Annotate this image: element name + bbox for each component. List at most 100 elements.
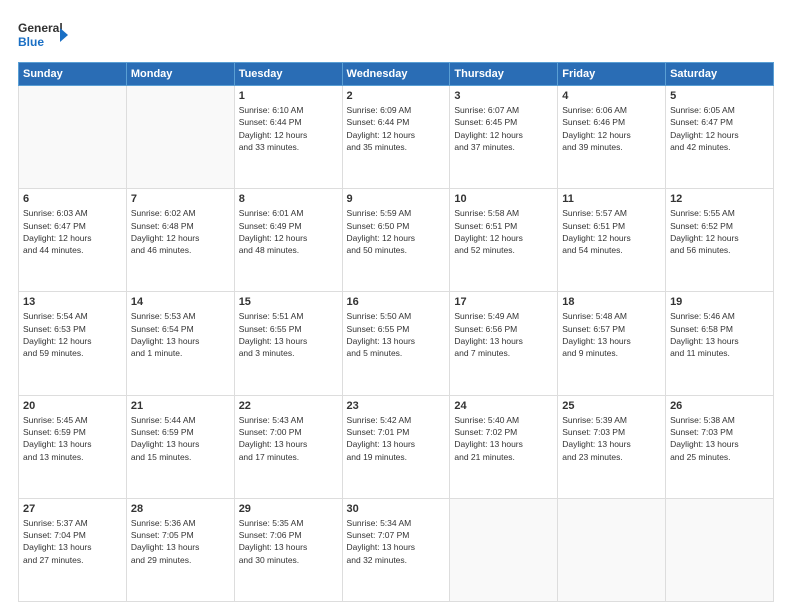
day-number: 20 [23,400,122,412]
calendar-day-cell: 22 Sunrise: 5:43 AM Sunset: 7:00 PM Dayli… [234,395,342,498]
day-number: 2 [347,90,446,102]
calendar-day-cell: 29 Sunrise: 5:35 AM Sunset: 7:06 PM Dayli… [234,498,342,601]
day-number: 30 [347,503,446,515]
day-detail: Sunrise: 6:10 AM Sunset: 6:44 PM Dayligh… [239,104,338,153]
calendar-day-cell [666,498,774,601]
day-detail: Sunrise: 5:48 AM Sunset: 6:57 PM Dayligh… [562,310,661,359]
day-number: 4 [562,90,661,102]
weekday-header-cell: Wednesday [342,63,450,86]
day-detail: Sunrise: 5:40 AM Sunset: 7:02 PM Dayligh… [454,414,553,463]
day-detail: Sunrise: 6:03 AM Sunset: 6:47 PM Dayligh… [23,207,122,256]
calendar-day-cell: 1 Sunrise: 6:10 AM Sunset: 6:44 PM Daylig… [234,86,342,189]
calendar-day-cell: 14 Sunrise: 5:53 AM Sunset: 6:54 PM Dayli… [126,292,234,395]
day-detail: Sunrise: 5:39 AM Sunset: 7:03 PM Dayligh… [562,414,661,463]
day-number: 22 [239,400,338,412]
day-number: 8 [239,193,338,205]
calendar-day-cell: 18Sunrise: 5:48 AM Sunset: 6:57 PM Dayli… [558,292,666,395]
calendar-day-cell: 24 Sunrise: 5:40 AM Sunset: 7:02 PM Dayli… [450,395,558,498]
day-detail: Sunrise: 5:36 AM Sunset: 7:05 PM Dayligh… [131,517,230,566]
day-detail: Sunrise: 5:50 AM Sunset: 6:55 PM Dayligh… [347,310,446,359]
calendar-week-row: 20Sunrise: 5:45 AM Sunset: 6:59 PM Dayli… [19,395,774,498]
day-number: 13 [23,296,122,308]
day-detail: Sunrise: 5:54 AM Sunset: 6:53 PM Dayligh… [23,310,122,359]
day-number: 24 [454,400,553,412]
calendar-day-cell: 8 Sunrise: 6:01 AM Sunset: 6:49 PM Daylig… [234,189,342,292]
weekday-header-cell: Tuesday [234,63,342,86]
calendar-day-cell: 20Sunrise: 5:45 AM Sunset: 6:59 PM Dayli… [19,395,127,498]
weekday-header-row: SundayMondayTuesdayWednesdayThursdayFrid… [19,63,774,86]
day-detail: Sunrise: 6:01 AM Sunset: 6:49 PM Dayligh… [239,207,338,256]
page: GeneralBlue SundayMondayTuesdayWednesday… [0,0,792,612]
day-detail: Sunrise: 6:02 AM Sunset: 6:48 PM Dayligh… [131,207,230,256]
calendar-table: SundayMondayTuesdayWednesdayThursdayFrid… [18,62,774,602]
day-number: 11 [562,193,661,205]
calendar-day-cell: 12 Sunrise: 5:55 AM Sunset: 6:52 PM Dayli… [666,189,774,292]
day-number: 25 [562,400,661,412]
weekday-header-cell: Friday [558,63,666,86]
day-number: 3 [454,90,553,102]
day-number: 28 [131,503,230,515]
day-number: 15 [239,296,338,308]
calendar-day-cell: 25 Sunrise: 5:39 AM Sunset: 7:03 PM Dayli… [558,395,666,498]
day-number: 16 [347,296,446,308]
svg-text:General: General [18,21,63,35]
day-detail: Sunrise: 5:46 AM Sunset: 6:58 PM Dayligh… [670,310,769,359]
day-number: 6 [23,193,122,205]
day-detail: Sunrise: 5:35 AM Sunset: 7:06 PM Dayligh… [239,517,338,566]
day-detail: Sunrise: 5:59 AM Sunset: 6:50 PM Dayligh… [347,207,446,256]
day-detail: Sunrise: 6:06 AM Sunset: 6:46 PM Dayligh… [562,104,661,153]
day-detail: Sunrise: 5:49 AM Sunset: 6:56 PM Dayligh… [454,310,553,359]
day-detail: Sunrise: 5:44 AM Sunset: 6:59 PM Dayligh… [131,414,230,463]
svg-text:Blue: Blue [18,35,44,49]
calendar-day-cell: 7 Sunrise: 6:02 AM Sunset: 6:48 PM Daylig… [126,189,234,292]
calendar-week-row: 13 Sunrise: 5:54 AM Sunset: 6:53 PM Dayli… [19,292,774,395]
day-number: 5 [670,90,769,102]
calendar-day-cell: 6 Sunrise: 6:03 AM Sunset: 6:47 PM Daylig… [19,189,127,292]
day-number: 9 [347,193,446,205]
logo: GeneralBlue [18,18,70,52]
weekday-header-cell: Saturday [666,63,774,86]
day-number: 17 [454,296,553,308]
day-number: 29 [239,503,338,515]
calendar-day-cell: 9 Sunrise: 5:59 AM Sunset: 6:50 PM Daylig… [342,189,450,292]
day-number: 14 [131,296,230,308]
day-detail: Sunrise: 5:53 AM Sunset: 6:54 PM Dayligh… [131,310,230,359]
day-number: 7 [131,193,230,205]
calendar-week-row: 6 Sunrise: 6:03 AM Sunset: 6:47 PM Daylig… [19,189,774,292]
calendar-day-cell: 4 Sunrise: 6:06 AM Sunset: 6:46 PM Daylig… [558,86,666,189]
day-number: 19 [670,296,769,308]
calendar-week-row: 1 Sunrise: 6:10 AM Sunset: 6:44 PM Daylig… [19,86,774,189]
calendar-day-cell: 28 Sunrise: 5:36 AM Sunset: 7:05 PM Dayli… [126,498,234,601]
calendar-day-cell: 26Sunrise: 5:38 AM Sunset: 7:03 PM Dayli… [666,395,774,498]
day-detail: Sunrise: 5:38 AM Sunset: 7:03 PM Dayligh… [670,414,769,463]
day-detail: Sunrise: 5:37 AM Sunset: 7:04 PM Dayligh… [23,517,122,566]
calendar-day-cell: 19 Sunrise: 5:46 AM Sunset: 6:58 PM Dayli… [666,292,774,395]
calendar-day-cell: 17 Sunrise: 5:49 AM Sunset: 6:56 PM Dayli… [450,292,558,395]
day-number: 12 [670,193,769,205]
weekday-header-cell: Monday [126,63,234,86]
day-detail: Sunrise: 5:42 AM Sunset: 7:01 PM Dayligh… [347,414,446,463]
calendar-day-cell [450,498,558,601]
calendar-day-cell: 21Sunrise: 5:44 AM Sunset: 6:59 PM Dayli… [126,395,234,498]
calendar-day-cell [19,86,127,189]
calendar-day-cell: 30 Sunrise: 5:34 AM Sunset: 7:07 PM Dayli… [342,498,450,601]
calendar-day-cell: 13 Sunrise: 5:54 AM Sunset: 6:53 PM Dayli… [19,292,127,395]
calendar-day-cell: 27 Sunrise: 5:37 AM Sunset: 7:04 PM Dayli… [19,498,127,601]
weekday-header-cell: Thursday [450,63,558,86]
calendar-day-cell [126,86,234,189]
day-number: 1 [239,90,338,102]
calendar-week-row: 27 Sunrise: 5:37 AM Sunset: 7:04 PM Dayli… [19,498,774,601]
day-number: 10 [454,193,553,205]
day-detail: Sunrise: 5:55 AM Sunset: 6:52 PM Dayligh… [670,207,769,256]
day-detail: Sunrise: 6:05 AM Sunset: 6:47 PM Dayligh… [670,104,769,153]
day-detail: Sunrise: 6:09 AM Sunset: 6:44 PM Dayligh… [347,104,446,153]
day-detail: Sunrise: 5:43 AM Sunset: 7:00 PM Dayligh… [239,414,338,463]
day-number: 27 [23,503,122,515]
calendar-day-cell: 11Sunrise: 5:57 AM Sunset: 6:51 PM Dayli… [558,189,666,292]
calendar-day-cell [558,498,666,601]
calendar-body: 1 Sunrise: 6:10 AM Sunset: 6:44 PM Daylig… [19,86,774,602]
calendar-day-cell: 16 Sunrise: 5:50 AM Sunset: 6:55 PM Dayli… [342,292,450,395]
day-detail: Sunrise: 6:07 AM Sunset: 6:45 PM Dayligh… [454,104,553,153]
day-detail: Sunrise: 5:34 AM Sunset: 7:07 PM Dayligh… [347,517,446,566]
day-detail: Sunrise: 5:58 AM Sunset: 6:51 PM Dayligh… [454,207,553,256]
